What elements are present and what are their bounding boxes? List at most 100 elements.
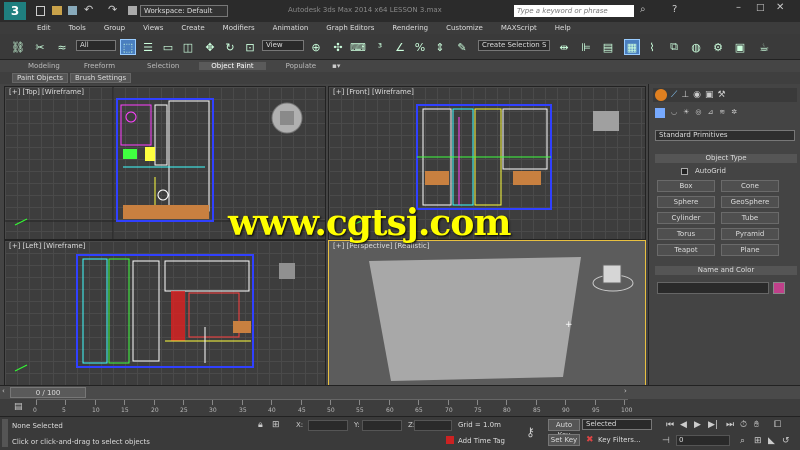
material-editor-icon[interactable]: ◍ <box>688 39 704 55</box>
tab-selection[interactable]: Selection <box>135 62 191 70</box>
minimize-icon[interactable]: – <box>736 2 741 13</box>
absolute-mode-icon[interactable]: ⊞ <box>272 420 280 430</box>
tab-modeling[interactable]: Modeling <box>16 62 72 70</box>
track-bar[interactable]: ▤ 0 5 10 15 20 25 30 35 40 45 50 55 60 65 70 75 80 85 90 95… <box>0 399 800 416</box>
qat-save-icon[interactable] <box>68 6 77 15</box>
named-selection-dropdown[interactable]: Create Selection S <box>478 40 550 51</box>
pan-icon[interactable]: ✋︎ <box>754 420 759 430</box>
plane-button[interactable]: Plane <box>721 244 779 256</box>
object-color-swatch[interactable] <box>773 282 785 294</box>
menu-customize[interactable]: Customize <box>437 24 492 32</box>
play-icon[interactable]: ▶ <box>694 420 701 430</box>
object-type-rollout[interactable]: Object Type <box>655 154 797 163</box>
cone-button[interactable]: Cone <box>721 180 779 192</box>
pivot-center-icon[interactable]: ⊕ <box>308 39 324 55</box>
menu-graph-editors[interactable]: Graph Editors <box>317 24 383 32</box>
angle-snap-icon[interactable]: ∠ <box>392 39 408 55</box>
teapot-button[interactable]: Teapot <box>657 244 715 256</box>
maximize-icon[interactable]: □ <box>756 3 765 13</box>
goto-start-icon[interactable]: ⏮ <box>666 420 674 430</box>
brush-settings-button[interactable]: Brush Settings <box>70 73 132 83</box>
percent-snap-icon[interactable]: % <box>412 39 428 55</box>
pyramid-button[interactable]: Pyramid <box>721 228 779 240</box>
reference-coord-dropdown[interactable]: View <box>262 40 304 51</box>
cylinder-button[interactable]: Cylinder <box>657 212 715 224</box>
create-tab-icon[interactable] <box>655 89 667 101</box>
slider-next-icon[interactable]: › <box>624 387 627 395</box>
primitive-category-dropdown[interactable]: Standard Primitives <box>655 130 795 141</box>
tab-object-paint[interactable]: Object Paint <box>199 62 266 70</box>
menu-maxscript[interactable]: MAXScript <box>492 24 546 32</box>
spacewarps-icon[interactable]: ≋ <box>719 108 725 120</box>
menu-animation[interactable]: Animation <box>264 24 318 32</box>
cameras-icon[interactable]: ◎ <box>695 108 701 120</box>
utilities-tab-icon[interactable]: ⚒ <box>718 90 726 100</box>
menu-create[interactable]: Create <box>172 24 213 32</box>
name-color-rollout[interactable]: Name and Color <box>655 266 797 275</box>
menu-help[interactable]: Help <box>546 24 580 32</box>
rendered-frame-icon[interactable]: ▣ <box>732 39 748 55</box>
sphere-button[interactable]: Sphere <box>657 196 715 208</box>
select-object-icon[interactable]: ⬚ <box>120 39 136 55</box>
menu-tools[interactable]: Tools <box>60 24 95 32</box>
modify-tab-icon[interactable]: ⟋ <box>671 90 677 100</box>
help-icon[interactable]: ? <box>672 4 677 15</box>
zoom-all-icon[interactable]: ⊞ <box>754 436 762 446</box>
workspace-dropdown[interactable]: Workspace: Default <box>140 5 228 17</box>
link-icon[interactable]: ⛓ <box>10 39 26 55</box>
menu-edit[interactable]: Edit <box>28 24 60 32</box>
orbit-icon[interactable]: ↺ <box>782 436 790 446</box>
layer-manager-icon[interactable]: ▤ <box>600 39 616 55</box>
mirror-icon[interactable]: ⇹ <box>556 39 572 55</box>
geometry-icon[interactable] <box>655 108 665 118</box>
key-mode-icon[interactable]: ⊣ <box>662 436 670 446</box>
render-setup-icon[interactable]: ⚙ <box>710 39 726 55</box>
mini-curve-editor-icon[interactable]: ▤ <box>14 402 23 412</box>
select-manipulate-icon[interactable]: ✣ <box>330 39 346 55</box>
paint-objects-button[interactable]: Paint Objects <box>12 73 68 83</box>
graphite-ribbon-icon[interactable]: ▦ <box>624 39 640 55</box>
object-name-field[interactable] <box>657 282 769 294</box>
menu-group[interactable]: Group <box>95 24 134 32</box>
edit-named-sets-icon[interactable]: ✎ <box>454 39 470 55</box>
zoom-icon[interactable]: ⌕ <box>740 436 745 446</box>
menu-modifiers[interactable]: Modifiers <box>214 24 264 32</box>
search-icon[interactable]: ⌕ <box>640 4 646 15</box>
schematic-view-icon[interactable]: ⧉ <box>666 39 682 55</box>
curve-editor-icon[interactable]: ⌇ <box>644 39 660 55</box>
align-icon[interactable]: ⊫ <box>578 39 594 55</box>
motion-tab-icon[interactable]: ◉ <box>693 90 701 100</box>
goto-end-icon[interactable]: ⏭ <box>726 420 734 430</box>
snap-3d-icon[interactable]: ³ <box>372 39 388 55</box>
autogrid-checkbox[interactable] <box>681 168 688 175</box>
time-config-icon[interactable]: ⏱ <box>740 420 747 430</box>
time-slider[interactable]: 0 / 100 ‹ › <box>0 385 800 399</box>
move-icon[interactable]: ✥ <box>202 39 218 55</box>
window-crossing-icon[interactable]: ◫ <box>180 39 196 55</box>
slider-prev-icon[interactable]: ‹ <box>2 387 5 395</box>
torus-button[interactable]: Torus <box>657 228 715 240</box>
next-frame-icon[interactable]: ▶| <box>708 420 718 430</box>
maximize-viewport-icon[interactable]: ⧠ <box>774 420 781 430</box>
tab-freeform[interactable]: Freeform <box>72 62 127 70</box>
key-filters-button[interactable]: Key Filters... <box>598 436 641 444</box>
time-tag-icon[interactable] <box>446 436 454 444</box>
set-key-button[interactable]: Set Key <box>548 434 580 446</box>
close-icon[interactable]: ✕ <box>776 2 784 13</box>
rotate-icon[interactable]: ↻ <box>222 39 238 55</box>
selection-filter-dropdown[interactable]: All <box>76 40 116 51</box>
geosphere-button[interactable]: GeoSphere <box>721 196 779 208</box>
render-production-icon[interactable]: ☕ <box>756 39 772 55</box>
ribbon-options-icon[interactable]: ▪▾ <box>332 62 340 70</box>
box-button[interactable]: Box <box>657 180 715 192</box>
menu-views[interactable]: Views <box>134 24 172 32</box>
qat-redo-icon[interactable]: ↷ <box>108 3 117 16</box>
viewport-left[interactable]: [+] [Left] [Wireframe] <box>4 240 326 386</box>
tab-populate[interactable]: Populate <box>274 62 328 70</box>
search-input[interactable]: Type a keyword or phrase <box>514 5 634 17</box>
qat-undo-icon[interactable]: ↶ <box>84 3 93 16</box>
qat-new-icon[interactable] <box>36 6 45 16</box>
auto-key-button[interactable]: Auto Key <box>548 419 580 439</box>
viewport-perspective[interactable]: [+] [Perspective] [Realistic] + <box>328 240 646 386</box>
shapes-icon[interactable]: ◡ <box>671 108 677 120</box>
